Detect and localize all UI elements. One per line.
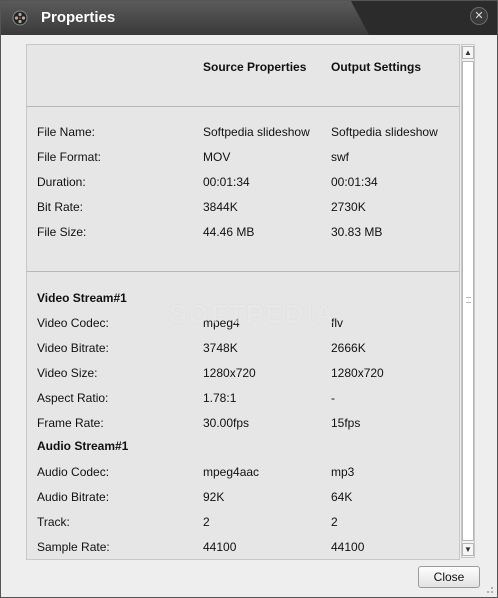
resize-grip-icon[interactable] <box>484 584 494 594</box>
row-video-size: Video Size: 1280x720 1280x720 <box>27 366 459 384</box>
output-value: Softpedia slideshow <box>331 125 438 139</box>
output-value: 15fps <box>331 416 361 430</box>
source-value: MOV <box>203 150 231 164</box>
source-value: mpeg4aac <box>203 465 260 479</box>
properties-window: Properties ✕ Source Properties Output Se… <box>0 0 498 598</box>
output-value: 2 <box>331 515 338 529</box>
output-value: 44100 <box>331 540 365 554</box>
header-divider <box>27 106 459 107</box>
source-value: 1280x720 <box>203 366 256 380</box>
output-settings-header: Output Settings <box>331 60 421 74</box>
row-file-format: File Format: MOV swf <box>27 150 459 168</box>
output-value: 1280x720 <box>331 366 384 380</box>
property-label: File Size: <box>37 225 87 239</box>
row-duration: Duration: 00:01:34 00:01:34 <box>27 175 459 193</box>
source-value: 44.46 MB <box>203 225 255 239</box>
source-value: 3844K <box>203 200 238 214</box>
property-label: Video Bitrate: <box>37 341 109 355</box>
close-icon[interactable]: ✕ <box>470 7 488 25</box>
property-label: Aspect Ratio: <box>37 391 109 405</box>
scrollbar-thumb[interactable] <box>462 61 474 541</box>
property-label: File Format: <box>37 150 102 164</box>
vertical-scrollbar[interactable]: ▲ ▼ <box>461 44 475 558</box>
output-value: mp3 <box>331 465 355 479</box>
output-value: 2666K <box>331 341 366 355</box>
arrow-up-icon[interactable]: ▲ <box>462 46 474 59</box>
property-label: Video Size: <box>37 366 98 380</box>
video-stream-title: Video Stream#1 <box>37 291 127 305</box>
output-value: 2730K <box>331 200 366 214</box>
source-value: 3748K <box>203 341 238 355</box>
row-audio-bitrate: Audio Bitrate: 92K 64K <box>27 490 459 508</box>
property-label: File Name: <box>37 125 96 139</box>
property-label: Bit Rate: <box>37 200 84 214</box>
general-divider <box>27 271 459 272</box>
source-value: 92K <box>203 490 225 504</box>
row-bit-rate: Bit Rate: 3844K 2730K <box>27 200 459 218</box>
row-track: Track: 2 2 <box>27 515 459 533</box>
window-title: Properties <box>41 9 116 26</box>
property-label: Sample Rate: <box>37 540 110 554</box>
source-value: 00:01:34 <box>203 175 250 189</box>
row-file-size: File Size: 44.46 MB 30.83 MB <box>27 225 459 243</box>
title-bar: Properties ✕ <box>1 1 497 35</box>
source-value: Softpedia slideshow <box>203 125 310 139</box>
row-frame-rate: Frame Rate: 30.00fps 15fps <box>27 416 459 434</box>
softpedia-watermark: SOFTPEDIA <box>169 299 336 329</box>
source-value: 1.78:1 <box>203 391 237 405</box>
output-value: swf <box>331 150 349 164</box>
row-sample-rate: Sample Rate: 44100 44100 <box>27 540 459 558</box>
property-label: Audio Codec: <box>37 465 110 479</box>
row-video-bitrate: Video Bitrate: 3748K 2666K <box>27 341 459 359</box>
source-value: 2 <box>203 515 210 529</box>
output-value: 00:01:34 <box>331 175 378 189</box>
property-label: Audio Bitrate: <box>37 490 110 504</box>
property-label: Frame Rate: <box>37 416 104 430</box>
row-aspect-ratio: Aspect Ratio: 1.78:1 - <box>27 391 459 409</box>
arrow-down-icon[interactable]: ▼ <box>462 543 474 556</box>
close-button[interactable]: Close <box>418 566 480 588</box>
output-value: - <box>331 391 335 405</box>
property-label: Track: <box>37 515 70 529</box>
thumb-grip-icon <box>466 297 471 303</box>
output-value: 64K <box>331 490 353 504</box>
output-value: 30.83 MB <box>331 225 383 239</box>
source-value: 44100 <box>203 540 237 554</box>
source-value: 30.00fps <box>203 416 250 430</box>
row-file-name: File Name: Softpedia slideshow Softpedia… <box>27 125 459 143</box>
property-label: Video Codec: <box>37 316 109 330</box>
row-audio-codec: Audio Codec: mpeg4aac mp3 <box>27 465 459 483</box>
property-label: Duration: <box>37 175 86 189</box>
film-reel-icon <box>12 10 28 26</box>
audio-stream-title: Audio Stream#1 <box>37 439 129 453</box>
source-properties-header: Source Properties <box>203 60 307 74</box>
